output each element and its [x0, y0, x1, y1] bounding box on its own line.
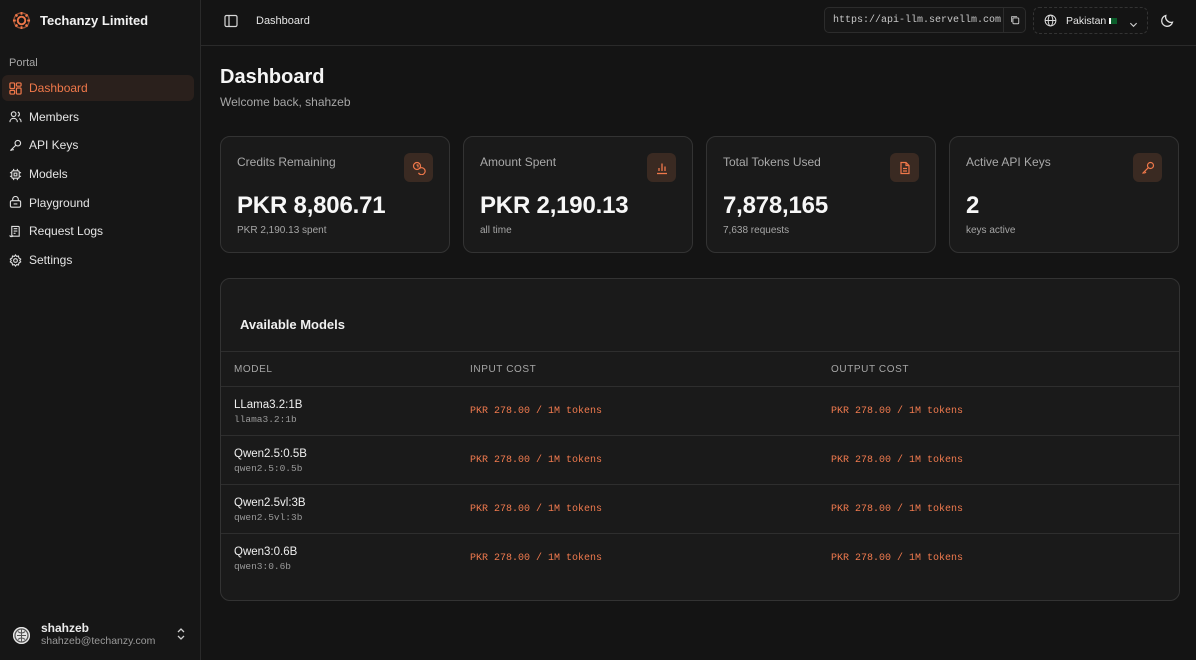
sidebar-item-label: Dashboard — [29, 81, 88, 95]
sidebar-item-label: Playground — [29, 195, 90, 210]
column-header-output-cost: OUTPUT COST — [831, 364, 910, 375]
sidebar-item-label: Members — [29, 109, 80, 124]
model-id: qwen2.5:0.5b — [234, 463, 303, 474]
model-name: Qwen2.5:0.5B — [234, 448, 307, 460]
user-email: shahzeb@techanzy.com — [41, 635, 156, 647]
copy-icon — [1010, 16, 1019, 25]
gear-icon — [9, 253, 22, 267]
sidebar-item-label: Request Logs — [29, 224, 104, 239]
brand-name: Techanzy Limited — [40, 12, 149, 28]
users-icon — [9, 110, 22, 123]
stat-value: PKR 8,806.71 — [237, 192, 386, 219]
output-cost: PKR 278.00 / 1M tokens — [831, 504, 964, 515]
sidebar: Techanzy Limited Portal Dashboard Member… — [0, 0, 201, 660]
coins-icon — [404, 153, 433, 182]
model-name: Qwen2.5vl:3B — [234, 497, 306, 509]
bar-chart-icon — [647, 153, 676, 182]
sidebar-item-models[interactable]: Models — [2, 161, 194, 187]
stat-title: Total Tokens Used — [723, 155, 821, 169]
stat-card-amount-spent: Amount Spent PKR 2,190.13 all time — [463, 136, 693, 253]
output-cost: PKR 278.00 / 1M tokens — [831, 553, 964, 564]
stat-value: 2 — [966, 192, 980, 219]
region-select[interactable]: Pakistan — [1033, 7, 1148, 34]
sidebar-nav: Dashboard Members API Keys Models Playgr… — [2, 75, 194, 276]
stat-sub: keys active — [966, 225, 1016, 236]
globe-icon — [1044, 14, 1057, 27]
api-url-box: https://api-llm.servellm.com — [824, 7, 1026, 33]
sidebar-item-members[interactable]: Members — [2, 104, 194, 130]
model-id: qwen3:0.6b — [234, 561, 292, 572]
stat-title: Credits Remaining — [237, 155, 336, 169]
stat-card-credits: Credits Remaining PKR 8,806.71 PKR 2,190… — [220, 136, 450, 253]
input-cost: PKR 278.00 / 1M tokens — [470, 455, 603, 466]
stat-title: Amount Spent — [480, 155, 557, 169]
model-id: qwen2.5vl:3b — [234, 512, 303, 523]
topbar: Dashboard https://api-llm.servellm.com P… — [201, 0, 1196, 46]
section-label: Portal — [9, 57, 38, 69]
api-url: https://api-llm.servellm.com — [833, 14, 1002, 26]
chevron-up-down-icon[interactable] — [175, 627, 187, 641]
column-header-model: MODEL — [234, 364, 273, 375]
page-title: Dashboard — [220, 66, 325, 88]
avatar — [13, 626, 30, 644]
sidebar-toggle-icon[interactable] — [224, 14, 238, 28]
stat-sub: all time — [480, 225, 512, 236]
user-menu[interactable]: shahzeb shahzeb@techanzy.com — [13, 620, 191, 650]
brand[interactable]: Techanzy Limited — [12, 10, 148, 30]
document-icon — [890, 153, 919, 182]
sidebar-item-request-logs[interactable]: Request Logs — [2, 218, 194, 244]
user-info: shahzeb shahzeb@techanzy.com — [41, 622, 155, 648]
user-name: shahzeb — [41, 621, 90, 635]
copy-button[interactable] — [1003, 8, 1025, 32]
table-row[interactable]: Qwen2.5:0.5B qwen2.5:0.5b PKR 278.00 / 1… — [221, 436, 1179, 485]
grid-icon — [9, 81, 22, 95]
model-name: LLama3.2:1B — [234, 399, 303, 411]
sidebar-item-api-keys[interactable]: API Keys — [2, 132, 194, 158]
sidebar-item-playground[interactable]: Playground — [2, 190, 194, 216]
chip-icon — [9, 168, 22, 181]
sidebar-item-label: Settings — [29, 253, 73, 268]
table-header: MODEL INPUT COST OUTPUT COST — [221, 351, 1179, 387]
stat-card-active-keys: Active API Keys 2 keys active — [949, 136, 1179, 253]
stat-title: Active API Keys — [966, 155, 1051, 169]
breadcrumb[interactable]: Dashboard — [256, 15, 310, 27]
pakistan-flag-icon — [1109, 17, 1118, 24]
sidebar-item-label: Models — [29, 167, 68, 182]
output-cost: PKR 278.00 / 1M tokens — [831, 406, 964, 417]
key-icon — [9, 139, 22, 152]
models-title: Available Models — [240, 317, 345, 332]
stat-value: 7,878,165 — [723, 192, 828, 219]
sidebar-item-dashboard[interactable]: Dashboard — [2, 75, 194, 101]
available-models-panel: Available Models MODEL INPUT COST OUTPUT… — [220, 278, 1180, 601]
column-header-input-cost: INPUT COST — [470, 364, 537, 375]
output-cost: PKR 278.00 / 1M tokens — [831, 455, 964, 466]
brand-logo-icon — [12, 11, 31, 30]
input-cost: PKR 278.00 / 1M tokens — [470, 406, 603, 417]
sidebar-item-settings[interactable]: Settings — [2, 247, 194, 273]
stat-value: PKR 2,190.13 — [480, 192, 629, 219]
input-cost: PKR 278.00 / 1M tokens — [470, 553, 603, 564]
stat-card-total-tokens: Total Tokens Used 7,878,165 7,638 reques… — [706, 136, 936, 253]
stat-sub: 7,638 requests — [723, 225, 790, 236]
sidebar-item-label: API Keys — [29, 138, 79, 153]
page-subtitle: Welcome back, shahzeb — [220, 95, 351, 109]
model-name: Qwen3:0.6B — [234, 546, 298, 558]
chevron-down-icon — [1129, 17, 1138, 28]
table-row[interactable]: Qwen2.5vl:3B qwen2.5vl:3b PKR 278.00 / 1… — [221, 485, 1179, 534]
stat-sub: PKR 2,190.13 spent — [237, 225, 327, 236]
region-label: Pakistan — [1066, 14, 1107, 27]
key-icon — [1133, 153, 1162, 182]
input-cost: PKR 278.00 / 1M tokens — [470, 504, 603, 515]
logs-icon — [9, 225, 22, 238]
model-id: llama3.2:1b — [234, 414, 297, 425]
playground-icon — [9, 196, 22, 209]
table-row[interactable]: LLama3.2:1B llama3.2:1b PKR 278.00 / 1M … — [221, 387, 1179, 436]
theme-toggle-moon-icon[interactable] — [1160, 13, 1175, 28]
table-row[interactable]: Qwen3:0.6B qwen3:0.6b PKR 278.00 / 1M to… — [221, 534, 1179, 583]
